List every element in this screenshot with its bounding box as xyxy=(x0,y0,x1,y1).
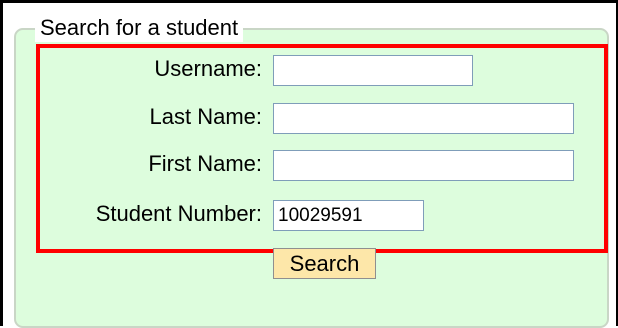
search-fieldset-legend: Search for a student xyxy=(35,14,244,42)
username-input[interactable] xyxy=(273,55,473,86)
last-name-label: Last Name: xyxy=(149,104,263,129)
student-number-label: Student Number: xyxy=(95,201,262,226)
username-label: Username: xyxy=(154,56,262,81)
first-name-input[interactable] xyxy=(273,150,574,181)
last-name-input[interactable] xyxy=(273,103,574,134)
search-button[interactable]: Search xyxy=(273,248,376,279)
student-number-input[interactable] xyxy=(273,200,424,231)
first-name-label: First Name: xyxy=(148,151,262,176)
